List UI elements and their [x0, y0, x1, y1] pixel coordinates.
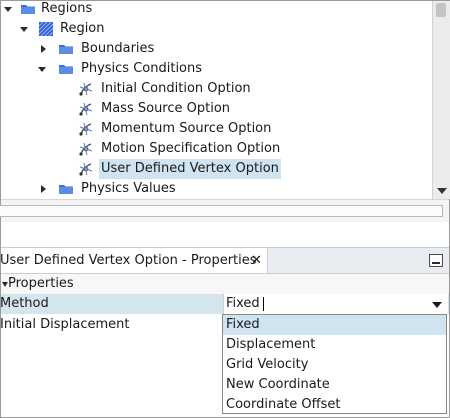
tree-node-initial-condition-option[interactable]: Initial Condition Option [2, 79, 432, 99]
option-label: New Coordinate [226, 377, 330, 392]
dropdown-option-fixed[interactable]: Fixed [223, 315, 446, 335]
option-label: Coordinate Offset [226, 397, 341, 412]
tree-node-label: Regions [41, 1, 93, 16]
region-icon [38, 21, 54, 37]
expand-toggle-open-icon[interactable] [38, 59, 48, 79]
tree-horizontal-bar [0, 199, 449, 222]
expand-toggle-closed-icon[interactable] [39, 179, 49, 199]
tree-node-momentum-source-option[interactable]: Momentum Source Option [2, 119, 432, 139]
tree-node-physics-conditions[interactable]: Physics Conditions [2, 59, 432, 79]
dropdown-arrow-icon[interactable] [432, 302, 442, 308]
tree-node-label: Mass Source Option [101, 101, 231, 116]
physics-condition-icon [78, 161, 94, 177]
method-select-value: Fixed [226, 296, 260, 311]
property-name: Method [0, 296, 49, 311]
folder-icon [58, 181, 74, 197]
dropdown-option-displacement[interactable]: Displacement [223, 335, 446, 355]
expand-toggle-closed-icon[interactable] [39, 39, 49, 59]
option-label: Grid Velocity [226, 357, 309, 372]
option-label: Displacement [226, 337, 316, 352]
tree-node-boundaries[interactable]: Boundaries [2, 39, 432, 59]
tree-node-label: Physics Values [81, 181, 176, 196]
folder-icon [58, 61, 74, 77]
minimize-panel-icon[interactable] [429, 254, 443, 267]
property-row-method[interactable]: Method Fixed [0, 294, 449, 314]
properties-tab-bar: User Defined Vertex Option - Properties … [0, 247, 449, 274]
object-tree: Regions Region Boundaries Physics Condit… [2, 1, 432, 199]
dropdown-option-new-coordinate[interactable]: New Coordinate [223, 375, 446, 395]
method-dropdown-list: Fixed Displacement Grid Velocity New Coo… [222, 314, 447, 414]
close-tab-icon[interactable]: ✕ [251, 248, 262, 273]
tree-node-motion-specification-option[interactable]: Motion Specification Option [2, 139, 432, 159]
physics-condition-icon [78, 141, 94, 157]
physics-condition-icon [78, 81, 94, 97]
horizontal-scroll-field[interactable] [0, 205, 443, 217]
method-select[interactable]: Fixed [223, 294, 448, 314]
folder-icon [58, 41, 74, 57]
expand-toggle-open-icon[interactable] [4, 1, 14, 19]
property-name: Initial Displacement [0, 317, 130, 332]
properties-tab-title: User Defined Vertex Option - Properties [0, 253, 257, 268]
tree-node-label: Initial Condition Option [101, 81, 251, 96]
dropdown-option-coordinate-offset[interactable]: Coordinate Offset [223, 395, 446, 415]
scroll-down-arrow-icon[interactable] [437, 188, 447, 194]
tree-node-label: Boundaries [81, 41, 155, 56]
properties-tab[interactable]: User Defined Vertex Option - Properties … [0, 248, 268, 273]
text-caret [263, 297, 264, 311]
option-label: Fixed [226, 317, 260, 332]
tree-node-label: Physics Conditions [81, 61, 203, 76]
tree-node-physics-values[interactable]: Physics Values [2, 179, 432, 199]
dropdown-option-grid-velocity[interactable]: Grid Velocity [223, 355, 446, 375]
tree-node-label-selected: User Defined Vertex Option [99, 159, 281, 179]
tree-vertical-scrollbar[interactable] [432, 1, 450, 199]
tree-node-regions[interactable]: Regions [2, 1, 432, 19]
physics-condition-icon [78, 121, 94, 137]
expand-toggle-open-icon[interactable] [20, 19, 30, 39]
properties-section-header[interactable]: Properties [1, 274, 449, 294]
folder-icon [20, 1, 36, 17]
tree-node-label: Momentum Source Option [101, 121, 272, 136]
tree-node-user-defined-vertex-option[interactable]: User Defined Vertex Option [2, 159, 432, 179]
tree-node-region[interactable]: Region [2, 19, 432, 39]
tree-node-mass-source-option[interactable]: Mass Source Option [2, 99, 432, 119]
window-frame: Regions Region Boundaries Physics Condit… [0, 0, 450, 418]
physics-condition-icon [78, 101, 94, 117]
tree-node-label: Region [60, 21, 105, 36]
properties-section-label: Properties [8, 276, 74, 291]
tree-node-label: Motion Specification Option [101, 141, 281, 156]
scrollbar-thumb[interactable] [436, 3, 446, 17]
